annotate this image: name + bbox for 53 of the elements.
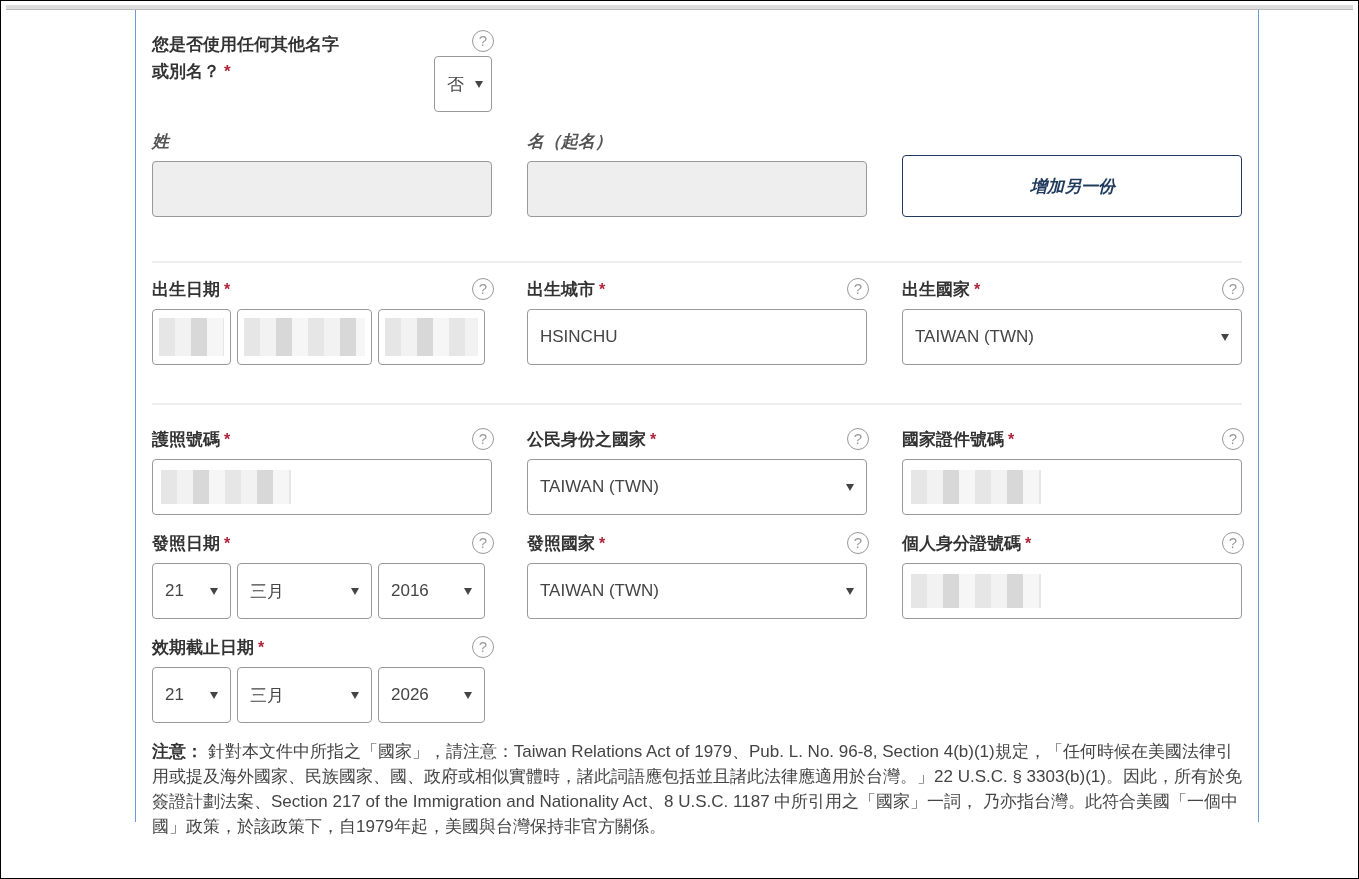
dropdown[interactable]: 21 [152,563,231,619]
required-mark: * [258,638,265,656]
required-mark: * [224,62,231,81]
required-mark: * [599,280,606,298]
dropdown[interactable]: TAIWAN (TWN) [527,459,867,515]
required-mark: * [1008,430,1015,448]
dropdown[interactable]: 2026 [378,667,485,723]
required-mark: * [1025,534,1032,552]
dropdown[interactable] [378,309,485,365]
dropdown[interactable]: 三月 [237,667,372,723]
caret-icon [846,483,854,491]
dropdown[interactable] [152,309,231,365]
add-button[interactable]: 增加另一份 [902,155,1242,217]
field-label: 名（起名） [527,131,613,153]
caret-icon [1221,333,1229,341]
notice-text: 注意： 針對本文件中所指之「國家」，請注意：Taiwan Relations Act of 1979、Pub. L. No. 96-8, Section 4(b)(1)規定，「任何時候在美國法律引用或提及海外國家、民族國家、國、政府或相似實體時，諸此詞語應包括並且諸此法律應適用於台灣。」22 U.S.C. § 3303(b)(1)。因此，所有於免簽證計劃法案、Section 217 of the Immigration and Nationality Act、8 U.S.C. 1187 中所引用之「國家」一詞， 乃亦指台灣。此符合美國「一個中國」政策，於該政策下，自1979年起，美國與台灣保持非官方關係。 [152,741,1242,838]
required-mark: * [974,280,981,298]
caret-icon [846,587,854,595]
dropdown[interactable]: TAIWAN (TWN) [902,309,1242,365]
dropdown[interactable]: TAIWAN (TWN) [527,563,867,619]
field-label: 出生日期 [152,279,220,299]
dropdown[interactable]: 21 [152,667,231,723]
caret-icon [464,691,472,699]
required-mark: * [224,430,231,448]
dropdown[interactable]: 三月 [237,563,372,619]
required-mark: * [224,534,231,552]
field-label: 國家證件號碼 [902,429,1004,449]
caret-icon [351,587,359,595]
caret-icon [210,587,218,595]
dropdown[interactable] [237,309,372,365]
question-label: 您是否使用任何其他名字或別名？ * [152,34,340,83]
field-label: 護照號碼 [152,429,220,449]
input-field[interactable]: HSINCHU [527,309,867,365]
required-mark: * [599,534,606,552]
required-mark: * [224,280,231,298]
input-field[interactable] [902,459,1242,515]
dropdown[interactable]: 2016 [378,563,485,619]
caret-icon [351,691,359,699]
caret-icon [464,587,472,595]
field-label: 個人身分證號碼 [902,533,1021,553]
field-label: 發照國家 [527,533,595,553]
field-label: 公民身份之國家 [527,429,646,449]
caret-icon [475,80,483,88]
field-label: 發照日期 [152,533,220,553]
field-label: 姓 [152,131,172,153]
dropdown[interactable]: 否 [434,56,492,112]
required-mark: * [650,430,657,448]
field-label: 效期截止日期 [152,637,254,657]
caret-icon [210,691,218,699]
field-label: 出生國家 [902,279,970,299]
field-label: 出生城市 [527,279,595,299]
input-field[interactable] [902,563,1242,619]
input-field[interactable] [152,459,492,515]
